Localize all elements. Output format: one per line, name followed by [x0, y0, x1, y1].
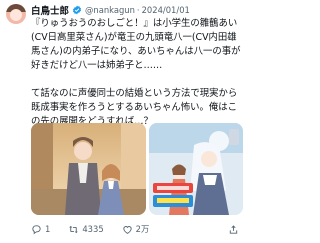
- like-button[interactable]: 2万: [122, 223, 150, 235]
- reply-count: 1: [45, 224, 51, 234]
- retweet-icon: [69, 225, 79, 233]
- reply-button[interactable]: 1: [31, 224, 50, 235]
- share-button[interactable]: [228, 224, 239, 235]
- tweet-date[interactable]: 2024/01/01: [142, 5, 190, 15]
- like-count: 2万: [135, 224, 150, 234]
- tweet-header: 白鳥士郎 @nankagun · 2024/01/01: [31, 3, 190, 17]
- tweet-actions: 1 4335 2万: [31, 222, 243, 236]
- share-icon: [229, 224, 238, 234]
- verified-badge-icon: [73, 5, 82, 15]
- tweet-text: 『りゅうおうのおしごと！』は小学生の雛鶴あい(CV日高里菜さん)が竜王の九頭竜八…: [31, 18, 241, 127]
- author-name[interactable]: 白鳥士郎: [31, 3, 69, 17]
- reply-icon: [32, 224, 41, 234]
- anime-illustration-icon: [31, 123, 146, 215]
- media-image-anime-illustration[interactable]: [31, 123, 146, 215]
- heart-icon: [123, 225, 132, 234]
- avatar[interactable]: [6, 4, 26, 24]
- separator-dot: ·: [136, 5, 140, 15]
- light-novel-cover-icon: [149, 123, 243, 215]
- author-handle[interactable]: @nankagun: [85, 5, 135, 15]
- retweet-button[interactable]: 4335: [68, 224, 104, 235]
- media-image-light-novel-cover[interactable]: [149, 123, 243, 215]
- media-gallery: [31, 123, 243, 215]
- avatar-face: [10, 9, 22, 21]
- retweet-count: 4335: [82, 224, 104, 234]
